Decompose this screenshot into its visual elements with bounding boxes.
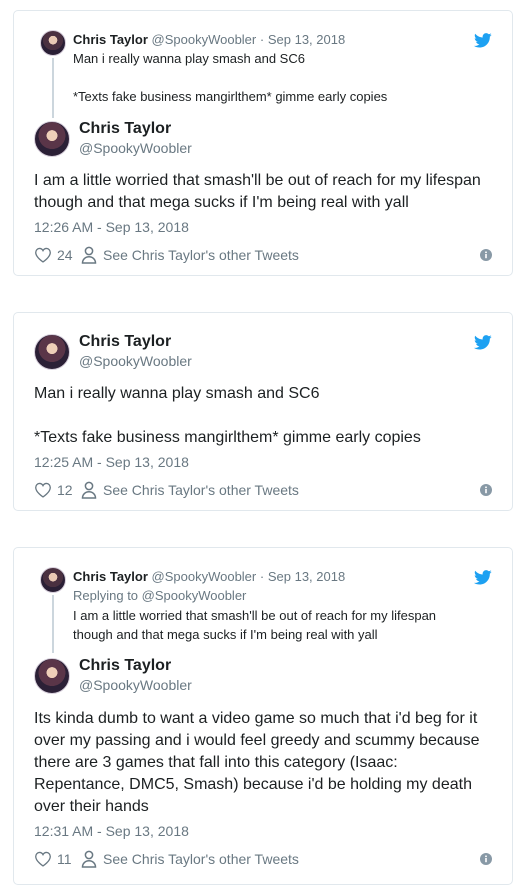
text-line: Man i really wanna play smash and SC6 [73,51,305,66]
like-count[interactable]: 12 [57,482,73,498]
text-line [34,405,494,427]
text-line: though and that mega sucks if I'm being … [34,194,409,211]
text-line: there are 3 games that fall into this ca… [34,754,398,771]
quoted-header: Chris Taylor @SpookyWoobler · Sep 13, 20… [73,32,345,47]
text-line: *Texts fake business mangirlthem* gimme … [34,429,421,446]
see-other-tweets-link[interactable]: See Chris Taylor's other Tweets [103,851,299,867]
quoted-date[interactable]: Sep 13, 2018 [268,32,345,47]
info-icon[interactable] [480,853,492,865]
tweet-timestamp[interactable]: 12:26 AM - Sep 13, 2018 [34,219,189,235]
author-handle[interactable]: @SpookyWoobler [79,677,192,693]
separator: · [259,32,265,47]
avatar[interactable] [34,334,70,370]
info-icon[interactable] [480,249,492,261]
text-line: Man i really wanna play smash and SC6 [34,385,320,402]
text-line: though and that mega sucks if I'm being … [73,627,378,642]
separator: · [259,569,265,584]
avatar[interactable] [34,121,70,157]
tweet-text: Its kinda dumb to want a video game so m… [34,708,494,818]
quoted-author-handle[interactable]: @SpookyWoobler [152,32,257,47]
author-name[interactable]: Chris Taylor [79,333,171,351]
person-icon [81,246,97,264]
see-other-tweets-link[interactable]: See Chris Taylor's other Tweets [103,482,299,498]
quoted-author-name[interactable]: Chris Taylor [73,569,148,584]
like-count[interactable]: 11 [57,851,72,867]
quoted-author-handle[interactable]: @SpookyWoobler [152,569,257,584]
tweet-card: Chris Taylor @SpookyWoobler · Sep 13, 20… [13,10,513,276]
replying-to[interactable]: Replying to @SpookyWoobler [73,588,246,603]
tweet-card: Chris Taylor @SpookyWoobler · Sep 13, 20… [13,547,513,885]
quoted-author-name[interactable]: Chris Taylor [73,32,148,47]
tweet-actions: 24 See Chris Taylor's other Tweets [34,246,492,266]
person-icon [81,481,97,499]
text-line: I am a little worried that smash'll be o… [73,608,437,623]
like-count[interactable]: 24 [57,247,73,263]
tweet-card: Chris Taylor @SpookyWoobler Man i really… [13,312,513,511]
thread-line [52,58,54,118]
author-handle[interactable]: @SpookyWoobler [79,140,192,156]
tweet-actions: 11 See Chris Taylor's other Tweets [34,850,492,870]
quoted-text: Man i really wanna play smash and SC6 *T… [73,49,493,106]
heart-icon[interactable] [34,247,52,263]
author-name[interactable]: Chris Taylor [79,657,171,675]
author-name[interactable]: Chris Taylor [79,120,171,138]
see-other-tweets-link[interactable]: See Chris Taylor's other Tweets [103,247,299,263]
heart-icon[interactable] [34,482,52,498]
author-handle[interactable]: @SpookyWoobler [79,353,192,369]
text-line [73,68,493,87]
avatar[interactable] [40,567,66,593]
text-line: over their hands [34,798,149,815]
text-line: *Texts fake business mangirlthem* gimme … [73,89,388,104]
text-line: I am a little worried that smash'll be o… [34,172,481,189]
text-line: over my passing and i would feel greedy … [34,732,480,749]
thread-line [52,595,54,653]
tweet-actions: 12 See Chris Taylor's other Tweets [34,481,492,501]
quoted-header: Chris Taylor @SpookyWoobler · Sep 13, 20… [73,569,345,584]
info-icon[interactable] [480,484,492,496]
text-line: Its kinda dumb to want a video game so m… [34,710,478,727]
text-line: Repentance, DMC5, Smash) because i'd be … [34,776,472,793]
twitter-bird-icon[interactable] [474,33,492,48]
quoted-date[interactable]: Sep 13, 2018 [268,569,345,584]
quoted-text: I am a little worried that smash'll be o… [73,606,493,644]
tweet-text: Man i really wanna play smash and SC6 *T… [34,383,494,449]
twitter-bird-icon[interactable] [474,335,492,350]
avatar[interactable] [40,30,66,56]
tweet-timestamp[interactable]: 12:25 AM - Sep 13, 2018 [34,454,189,470]
tweet-text: I am a little worried that smash'll be o… [34,170,494,214]
person-icon [81,850,97,868]
avatar[interactable] [34,658,70,694]
tweet-timestamp[interactable]: 12:31 AM - Sep 13, 2018 [34,823,189,839]
twitter-bird-icon[interactable] [474,570,492,585]
heart-icon[interactable] [34,851,52,867]
